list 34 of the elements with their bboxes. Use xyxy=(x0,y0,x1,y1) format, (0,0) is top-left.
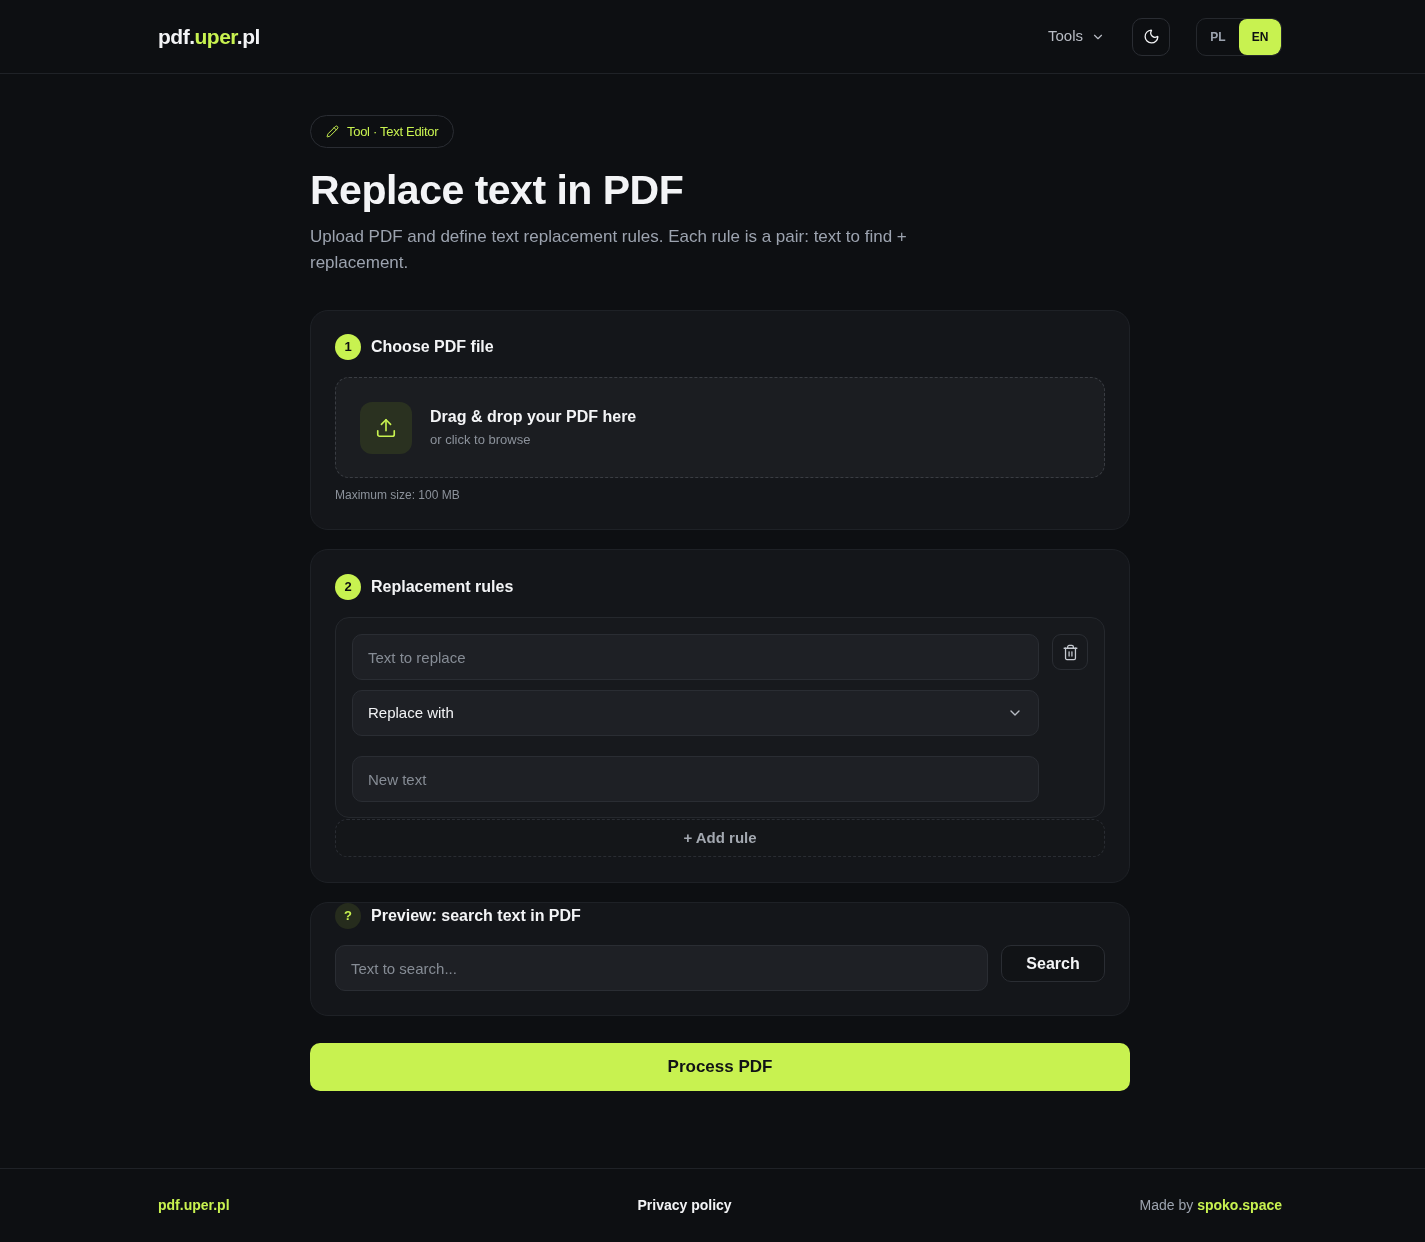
moon-icon xyxy=(1142,28,1160,45)
file-size-note: Maximum size: 100 MB xyxy=(335,487,461,503)
tools-menu-button[interactable]: Tools xyxy=(1047,25,1105,48)
search-text-field[interactable]: Text to search... xyxy=(335,945,988,991)
step-number: ? xyxy=(335,903,361,929)
theme-toggle-button[interactable] xyxy=(1132,17,1170,56)
upload-dropzone[interactable]: Drag & drop your PDF here or click to browse xyxy=(335,377,1105,478)
step-number: 1 xyxy=(335,334,361,360)
trash-icon xyxy=(1061,643,1079,661)
page-description: Upload PDF and define text replacement rules. Each rule is a pair: text to find + replacement. xyxy=(310,226,908,274)
process-pdf-button[interactable]: Process PDF xyxy=(310,1043,1130,1091)
credit-text: Made by spoko.space xyxy=(1139,1196,1282,1215)
credit-link[interactable]: spoko.space xyxy=(1197,1197,1282,1213)
step-title: Preview: search text in PDF xyxy=(371,906,581,926)
upload-icon xyxy=(360,401,412,454)
step-title: Choose PDF file xyxy=(371,337,494,357)
step-number: 2 xyxy=(335,574,361,600)
step-title: Replacement rules xyxy=(371,577,514,597)
language-option[interactable]: PL xyxy=(1197,18,1239,55)
page-title: Replace text in PDF xyxy=(310,166,685,214)
search-button[interactable]: Search xyxy=(1001,945,1105,982)
dropzone-subtitle: or click to browse xyxy=(430,430,532,449)
site-logo[interactable]: pdf.uper.pl xyxy=(158,20,260,53)
language-option[interactable]: EN xyxy=(1239,18,1281,55)
badge-label: Tool · Text Editor xyxy=(347,122,439,141)
footer-logo[interactable]: pdf.uper.pl xyxy=(158,1195,230,1216)
add-rule-button[interactable]: + Add rule xyxy=(335,819,1105,857)
privacy-policy-link[interactable]: Privacy policy xyxy=(637,1195,732,1216)
pencil-icon xyxy=(326,125,339,138)
new-text-field[interactable]: New text xyxy=(352,756,1039,802)
find-text-field[interactable]: Text to replace xyxy=(352,634,1039,680)
dropzone-title: Drag & drop your PDF here xyxy=(430,406,637,427)
replace-mode-select[interactable]: Replace with xyxy=(352,690,1039,736)
delete-rule-button[interactable] xyxy=(1052,634,1088,670)
